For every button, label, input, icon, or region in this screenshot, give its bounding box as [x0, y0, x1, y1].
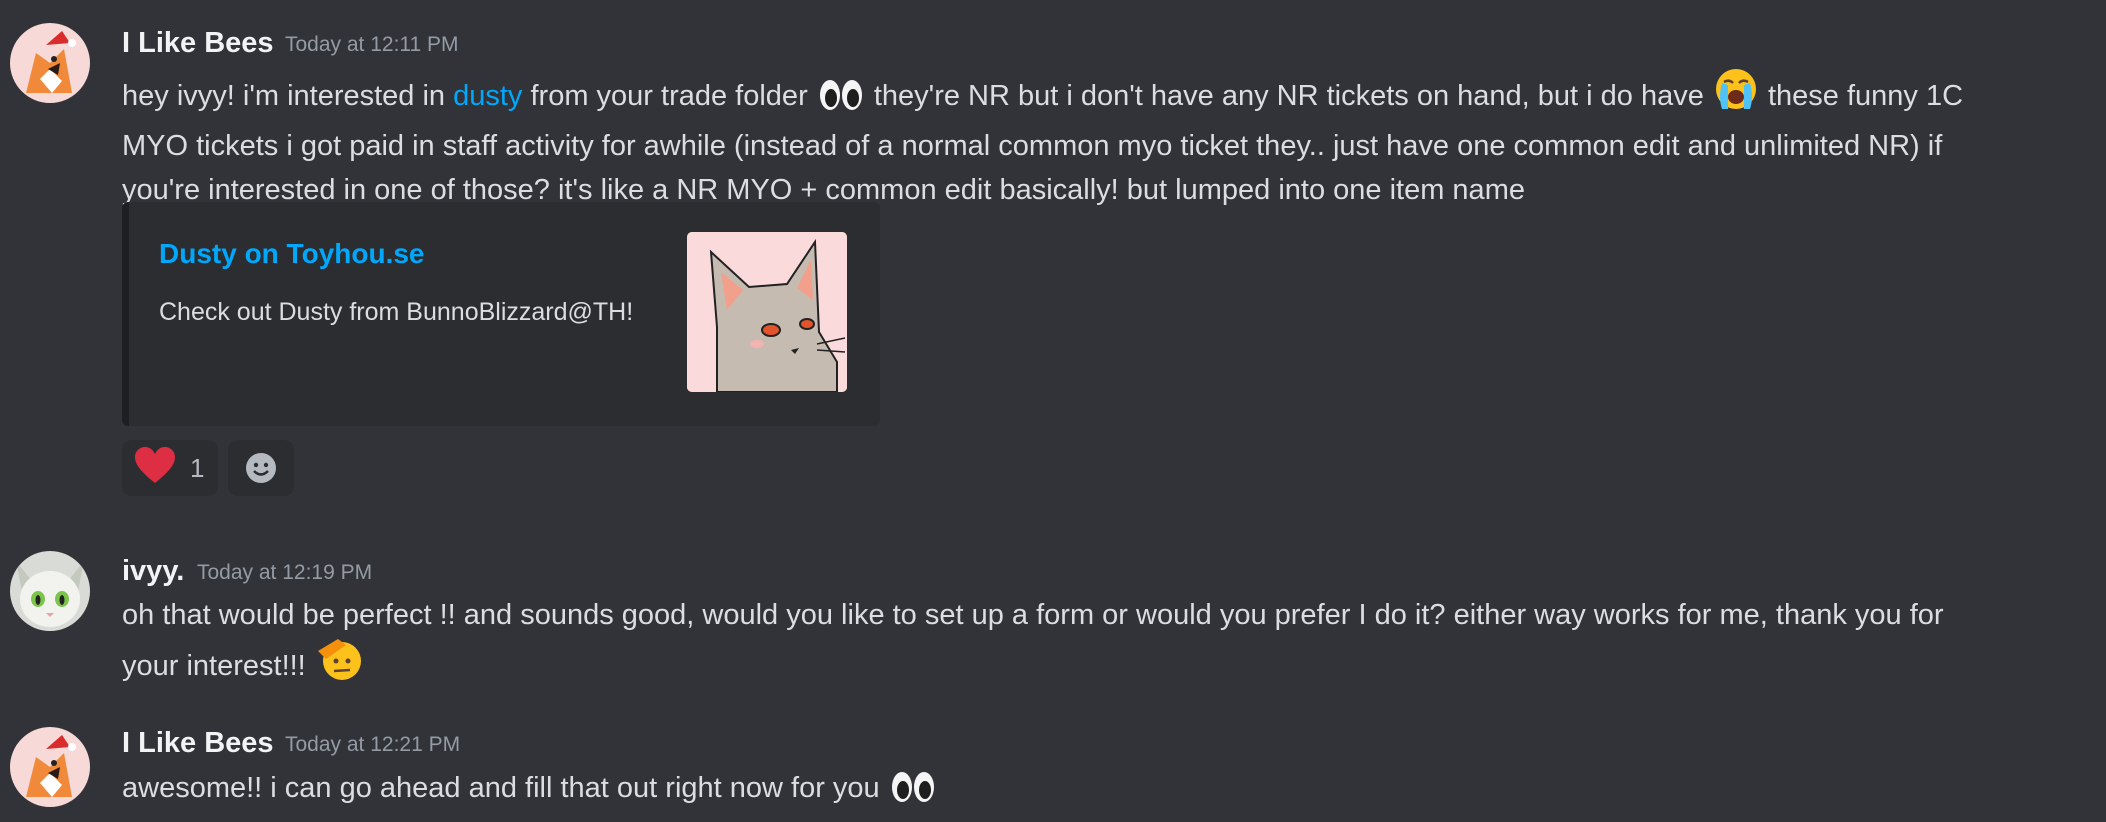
heart-reaction[interactable]: 1	[122, 440, 218, 496]
reaction-count: 1	[190, 452, 205, 483]
avatar-i-like-bees[interactable]	[10, 727, 90, 807]
chat-messages: I Like Bees Today at 12:11 PM hey ivyy! …	[0, 0, 2106, 822]
eyes-emoji-icon	[818, 79, 864, 124]
avatar-ivyy[interactable]	[10, 551, 90, 631]
fox-avatar-icon	[10, 727, 90, 807]
message-author[interactable]: I Like Bees	[122, 727, 274, 760]
message-author[interactable]: ivyy.	[122, 555, 184, 588]
message-timestamp: Today at 12:21 PM	[285, 733, 461, 756]
message-text-segment: your interest!!!	[122, 650, 314, 682]
message-text-segment: they're NR but i don't have any NR ticke…	[865, 80, 1712, 112]
message-timestamp: Today at 12:11 PM	[285, 33, 459, 56]
message-text-segment: hey ivyy! i'm interested in	[122, 80, 454, 112]
message-text-line: MYO tickets i got paid in staff activity…	[122, 130, 1943, 162]
embed-description: Check out Dusty from BunnoBlizzard@TH!	[159, 298, 634, 326]
message-text-segment: from your trade folder	[522, 80, 816, 112]
message-author[interactable]: I Like Bees	[122, 27, 274, 60]
add-reaction-button[interactable]	[228, 440, 294, 496]
add-reaction-smiley-icon	[246, 453, 276, 483]
cat-thumbnail-icon	[687, 232, 847, 392]
fox-avatar-icon	[10, 23, 90, 103]
message-text-line: oh that would be perfect !! and sounds g…	[122, 599, 1944, 631]
link-embed: Dusty on Toyhou.se Check out Dusty from …	[122, 202, 880, 426]
message-text-segment: awesome!! i can go ahead and fill that o…	[122, 772, 888, 804]
loudly-crying-face-emoji-icon	[1714, 67, 1758, 124]
embed-title-link[interactable]: Dusty on Toyhou.se	[159, 238, 425, 270]
message-timestamp: Today at 12:19 PM	[197, 561, 373, 584]
embed-thumbnail[interactable]	[687, 232, 847, 392]
cat-avatar-icon	[10, 551, 90, 631]
message-content: awesome!! i can go ahead and fill that o…	[122, 766, 2082, 816]
red-heart-emoji-icon	[134, 446, 176, 490]
saluting-face-emoji-icon	[316, 637, 362, 694]
message-content: oh that would be perfect !! and sounds g…	[122, 593, 2082, 694]
dusty-link[interactable]: dusty	[453, 80, 522, 112]
avatar-i-like-bees[interactable]	[10, 23, 90, 103]
message-content: hey ivyy! i'm interested in dusty from y…	[122, 67, 2082, 212]
message-text-segment: these funny 1C	[1759, 80, 1964, 112]
eyes-emoji-icon	[890, 771, 936, 816]
